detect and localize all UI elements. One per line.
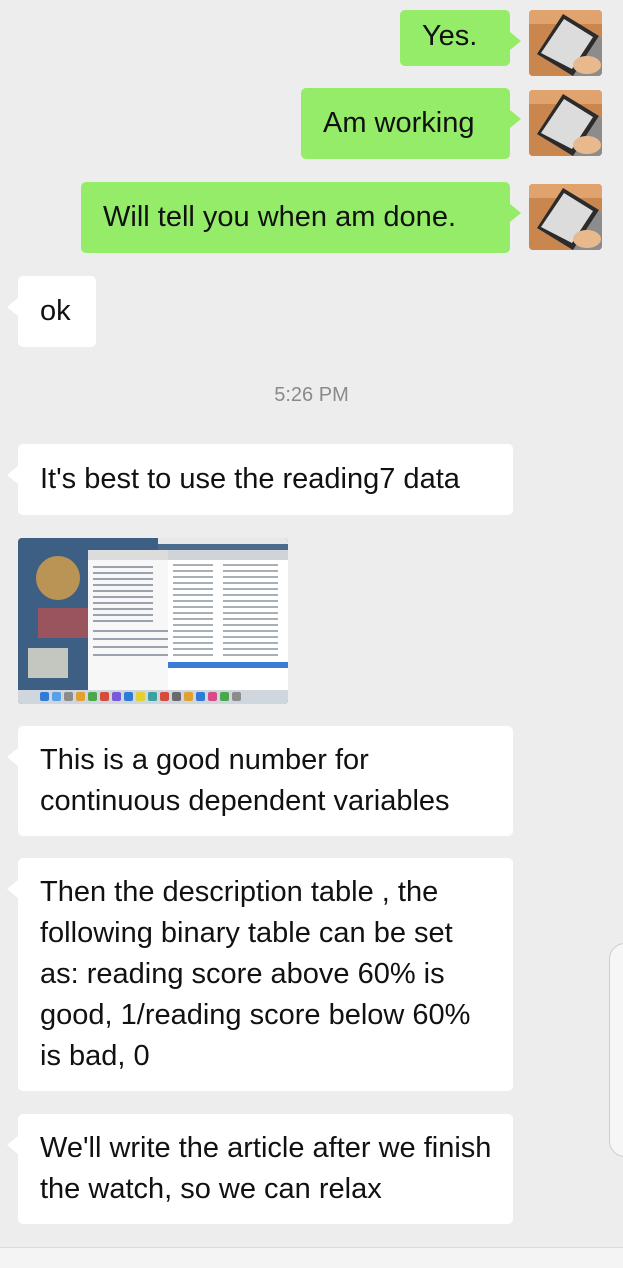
message-bubble-incoming[interactable]: Then the description table , the followi…: [7, 858, 513, 1091]
avatar[interactable]: [529, 184, 602, 250]
avatar[interactable]: [529, 10, 602, 76]
message-text: Yes.: [422, 20, 478, 52]
message-text: It's best to use the reading7 data: [40, 463, 460, 495]
scroll-handle[interactable]: [609, 943, 623, 1157]
message-bubble-incoming[interactable]: ok: [7, 276, 96, 347]
laptop-avatar-icon: [529, 10, 602, 76]
message-bubble-incoming[interactable]: This is a good number for continuous dep…: [7, 726, 513, 836]
message-text: This is a good number for continuous dep…: [40, 744, 450, 817]
message-text: Am working: [323, 107, 475, 139]
message-bubble-outgoing[interactable]: Yes.: [400, 10, 521, 66]
timestamp: 5:26 PM: [274, 384, 349, 406]
message-text: Then the description table , the followi…: [40, 876, 471, 1072]
avatar[interactable]: [529, 90, 602, 156]
message-bubble-incoming[interactable]: We'll write the article after we finish …: [7, 1114, 513, 1224]
message-text: We'll write the article after we finish …: [40, 1132, 492, 1205]
message-bubble-outgoing[interactable]: Will tell you when am done.: [81, 182, 521, 253]
image-message[interactable]: [18, 538, 288, 704]
input-bar-edge: [0, 1247, 623, 1268]
screenshot-image: [18, 538, 288, 704]
message-text: ok: [40, 295, 71, 327]
message-bubble-incoming[interactable]: It's best to use the reading7 data: [7, 444, 513, 515]
message-text: Will tell you when am done.: [103, 201, 456, 233]
message-bubble-outgoing[interactable]: Am working: [301, 88, 521, 159]
laptop-avatar-icon: [529, 90, 602, 156]
laptop-avatar-icon: [529, 184, 602, 250]
